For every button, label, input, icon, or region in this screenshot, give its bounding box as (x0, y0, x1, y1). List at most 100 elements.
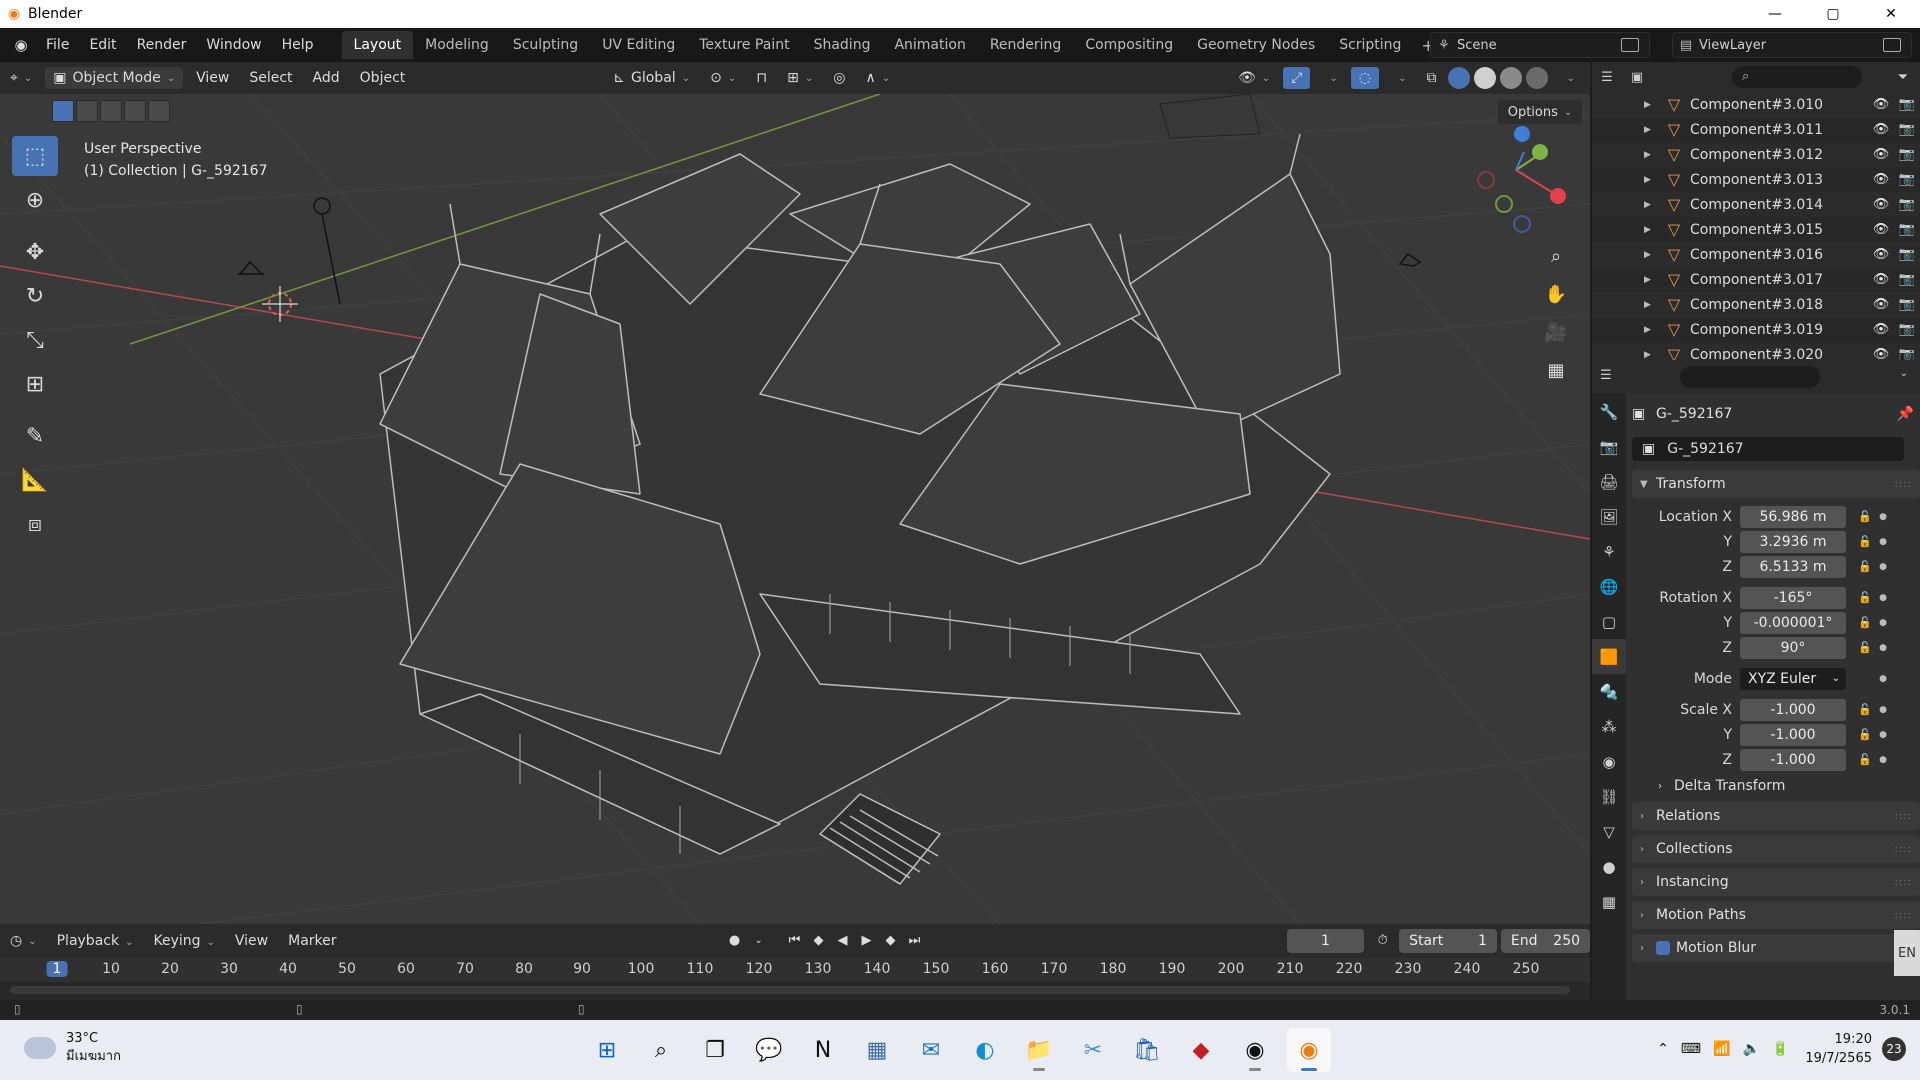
end-frame-field[interactable]: End 250 (1500, 929, 1591, 953)
view-layer-tab-icon[interactable]: 🖼 (1592, 499, 1626, 534)
object-name[interactable]: Component#3.018 (1690, 297, 1868, 313)
menu-help[interactable]: Help (272, 37, 324, 53)
tab-rendering[interactable]: Rendering (978, 31, 1074, 59)
windows-start-icon[interactable]: ⊞ (585, 1028, 629, 1072)
visibility-button[interactable]: 👁 ⌄ (1230, 66, 1278, 90)
tab-layout[interactable]: Layout (341, 31, 414, 59)
render-camera-icon[interactable]: 📷 (1894, 122, 1920, 137)
wifi-icon[interactable]: 📶 (1713, 1041, 1730, 1057)
location-y-field[interactable]: 3.2936 m (1740, 530, 1846, 553)
menu-object[interactable]: Object (352, 66, 414, 90)
object-name[interactable]: Component#3.017 (1690, 272, 1868, 288)
material-shading-button[interactable] (1500, 67, 1523, 89)
eye-icon[interactable]: 👁 (1868, 147, 1894, 162)
thai-house-model[interactable] (379, 133, 1341, 885)
gizmo-z-axis[interactable] (1514, 126, 1530, 142)
outliner-search-input[interactable]: ⌕ (1732, 66, 1862, 88)
rotate-tool-icon[interactable]: ↻ (12, 276, 58, 316)
chevron-down-icon[interactable]: ⌄ (1900, 368, 1908, 379)
jump-end-icon[interactable]: ⏭ (903, 930, 927, 952)
menu-select[interactable]: Select (241, 66, 300, 90)
chevron-up-icon[interactable]: ⌃ (1657, 1041, 1669, 1057)
menu-window[interactable]: Window (196, 37, 271, 53)
physics-tab-icon[interactable]: ◉ (1592, 744, 1626, 779)
snipping-tool-icon[interactable]: ✂ (1071, 1028, 1115, 1072)
timeline-ruler[interactable]: 1 10 20 30 40 50 60 70 80 90 100 110 120… (0, 958, 1590, 982)
texture-tab-icon[interactable]: ▦ (1592, 884, 1626, 919)
display-mode-icon[interactable]: ▣ (1622, 70, 1652, 85)
drag-handle-icon[interactable]: :::: (1895, 811, 1912, 822)
battery-icon[interactable]: 🔋 (1772, 1041, 1789, 1057)
move-tool-icon[interactable]: ✥ (12, 232, 58, 272)
render-camera-icon[interactable]: 📷 (1894, 172, 1920, 187)
lock-icon[interactable]: 🔓 (1854, 560, 1876, 573)
chevron-down-icon[interactable]: ⌄ (747, 930, 771, 952)
material-tab-icon[interactable]: ● (1592, 849, 1626, 884)
tab-geometry-nodes[interactable]: Geometry Nodes (1185, 31, 1327, 59)
prev-keyframe-icon[interactable]: ◆ (807, 930, 831, 952)
scale-z-field[interactable]: -1.000 (1740, 748, 1846, 771)
eye-icon[interactable]: 👁 (1868, 247, 1894, 262)
annotate-tool-icon[interactable]: ✎ (12, 416, 58, 456)
delta-transform-header[interactable]: › Delta Transform (1632, 772, 1920, 800)
gizmo-dropdown[interactable]: ⌄ (1315, 66, 1345, 90)
shading-dropdown[interactable]: ⌄ (1552, 66, 1582, 90)
lock-icon[interactable]: 🔓 (1854, 753, 1876, 766)
keyframe-dot-icon[interactable]: ● (1876, 643, 1890, 653)
gizmo-x-axis[interactable] (1550, 188, 1566, 204)
play-reverse-icon[interactable]: ◀ (831, 930, 855, 952)
lock-icon[interactable]: 🔓 (1854, 591, 1876, 604)
eye-icon[interactable]: 👁 (1868, 122, 1894, 137)
jump-start-icon[interactable]: ⏮ (783, 930, 807, 952)
menu-add[interactable]: Add (305, 66, 348, 90)
keyboard-icon[interactable]: ⌨ (1681, 1041, 1701, 1057)
outliner-row[interactable]: ▶ ▽ Component#3.017 👁 📷 (1592, 267, 1920, 292)
overlay-dropdown[interactable]: ⌄ (1384, 66, 1414, 90)
wireframe-shading-button[interactable] (1448, 67, 1471, 89)
view-layer-selector[interactable]: ▤ ViewLayer (1672, 32, 1912, 58)
navigation-gizmo[interactable] (1477, 126, 1566, 233)
select-new-icon[interactable] (52, 100, 74, 122)
eye-icon[interactable]: 👁 (1868, 97, 1894, 112)
eye-icon[interactable]: 👁 (1868, 222, 1894, 237)
drag-handle-icon[interactable]: :::: (1895, 844, 1912, 855)
stopwatch-icon[interactable]: ⏱ (1372, 930, 1393, 952)
eye-icon[interactable]: 👁 (1868, 297, 1894, 312)
drag-handle-icon[interactable]: :::: (1895, 479, 1912, 490)
lock-icon[interactable]: 🔓 (1854, 616, 1876, 629)
motion-blur-checkbox[interactable] (1656, 941, 1670, 955)
snap-target-button[interactable]: ⊞ ⌄ (779, 66, 821, 90)
timeline-body[interactable] (0, 982, 1590, 1000)
lock-icon[interactable]: 🔓 (1854, 535, 1876, 548)
collection-tab-icon[interactable]: ▢ (1592, 604, 1626, 639)
eye-icon[interactable]: 👁 (1868, 272, 1894, 287)
rotation-y-field[interactable]: -0.000001° (1740, 611, 1846, 634)
keyframe-dot-icon[interactable]: ● (1876, 593, 1890, 603)
drag-handle-icon[interactable]: :::: (1895, 877, 1912, 888)
render-camera-icon[interactable]: 📷 (1894, 272, 1920, 287)
proportional-edit-button[interactable]: ◎ (825, 66, 853, 90)
calculator-icon[interactable]: ▦ (855, 1028, 899, 1072)
red-app-icon[interactable]: ◆ (1179, 1028, 1223, 1072)
menu-render[interactable]: Render (127, 37, 197, 53)
solid-shading-button[interactable] (1474, 67, 1497, 89)
modifier-tab-icon[interactable]: 🔩 (1592, 674, 1626, 709)
object-name-value[interactable]: G-_592167 (1667, 441, 1743, 457)
pan-hand-icon[interactable]: ✋ (1540, 278, 1572, 310)
world-tab-icon[interactable]: 🌐 (1592, 569, 1626, 604)
menu-view[interactable]: View (188, 66, 237, 90)
scale-x-field[interactable]: -1.000 (1740, 698, 1846, 721)
outliner-row[interactable]: ▶ ▽ Component#3.014 👁 📷 (1592, 192, 1920, 217)
start-frame-field[interactable]: Start 1 (1399, 929, 1497, 953)
data-tab-icon[interactable]: ▽ (1592, 814, 1626, 849)
drag-handle-icon[interactable]: :::: (1895, 910, 1912, 921)
3d-viewport[interactable]: User Perspective (1) Collection | G-_592… (0, 94, 1590, 924)
chrome-icon[interactable]: ◉ (1233, 1028, 1277, 1072)
close-button[interactable]: ✕ (1862, 0, 1920, 28)
outliner-row[interactable]: ▶ ▽ Component#3.018 👁 📷 (1592, 292, 1920, 317)
object-name[interactable]: Component#3.013 (1690, 172, 1868, 188)
mode-dropdown[interactable]: ▣ Object Mode ⌄ (44, 66, 185, 90)
output-tab-icon[interactable]: 🖨 (1592, 464, 1626, 499)
outliner-row[interactable]: ▶ ▽ Component#3.015 👁 📷 (1592, 217, 1920, 242)
volume-icon[interactable]: 🔈 (1742, 1041, 1759, 1057)
